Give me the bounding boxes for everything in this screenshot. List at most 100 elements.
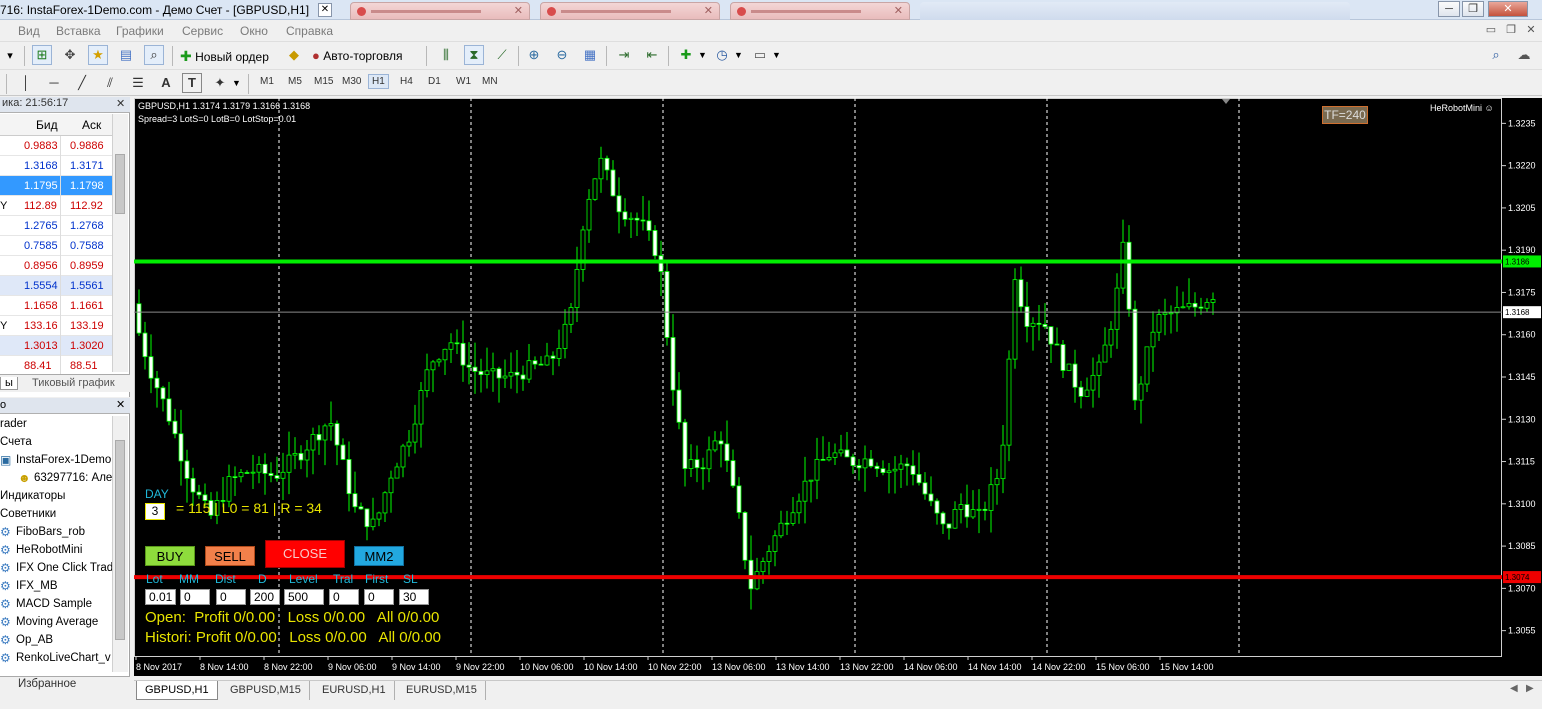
terminal-icon[interactable]: ▤ (116, 45, 136, 65)
tab-favorites[interactable]: Избранное (18, 678, 76, 690)
child-close-icon[interactable]: ✕ (1524, 23, 1538, 37)
child-minimize-icon[interactable]: ▭ (1484, 23, 1498, 37)
menu-charts[interactable]: Графики (116, 24, 164, 38)
periods-icon[interactable]: ◷ (712, 45, 732, 65)
tf-m5[interactable]: M5 (288, 76, 302, 87)
market-watch-row[interactable]: 1.1795 1.1798 (0, 176, 112, 196)
bar-chart-icon[interactable]: ⫼ (436, 45, 456, 65)
menu-help[interactable]: Справка (286, 24, 333, 38)
equidistant-channel-icon[interactable]: ⫽ (100, 73, 120, 93)
strategy-tester-icon[interactable]: ⌕ (144, 45, 164, 65)
crosshair-icon[interactable]: ✥ (60, 45, 80, 65)
new-tab-icon[interactable]: ✕ (318, 3, 332, 17)
chat-icon[interactable]: ☁ (1514, 45, 1534, 65)
search-icon[interactable]: ⌕ (1486, 45, 1506, 65)
text-tool-icon[interactable]: A (156, 73, 176, 93)
indicators-dropdown-icon[interactable]: ▼ (698, 50, 707, 60)
tab-tick-chart[interactable]: Тиковый график (32, 377, 115, 389)
fibonacci-icon[interactable]: ☰ (128, 73, 148, 93)
param-tral-input[interactable]: 0 (329, 589, 359, 605)
navigator-item[interactable]: rader (0, 416, 112, 434)
chart-tab-eurusd-m15[interactable]: EURUSD,M15 (398, 681, 486, 700)
arrows-dropdown-icon[interactable]: ▼ (232, 78, 241, 88)
market-watch-row[interactable]: 1.5554 1.5561 (0, 276, 112, 296)
market-watch-row[interactable]: 88.41 88.51 (0, 356, 112, 376)
param-d-input[interactable]: 200 (250, 589, 280, 605)
autoscroll-icon[interactable]: ⇥ (614, 45, 634, 65)
navigator-item[interactable]: ▣ InstaForex-1Demo.com (0, 452, 112, 470)
horizontal-line-icon[interactable]: ─ (44, 73, 64, 93)
tf-d1[interactable]: D1 (428, 76, 441, 87)
menu-view[interactable]: Вид (18, 24, 40, 38)
navigator-item[interactable]: ⚙ Op_AB (0, 632, 112, 650)
zoom-in-icon[interactable]: ⊕ (524, 45, 544, 65)
menu-tools[interactable]: Сервис (182, 24, 223, 38)
sell-button[interactable]: SELL (205, 546, 255, 566)
navigator-icon[interactable]: ★ (88, 45, 108, 65)
market-watch-close-icon[interactable]: ✕ (116, 97, 125, 110)
navigator-scrollbar[interactable] (112, 416, 128, 672)
text-label-icon[interactable]: T (182, 73, 202, 93)
navigator-item[interactable]: Счета (0, 434, 112, 452)
close-button[interactable]: ✕ (1488, 1, 1528, 17)
navigator-close-icon[interactable]: ✕ (116, 398, 125, 411)
navigator-item[interactable]: ⚙ IFX One Click Trad (0, 560, 112, 578)
ea-day-value[interactable]: 3 (145, 503, 165, 520)
navigator-item[interactable]: Советники (0, 506, 112, 524)
menu-window[interactable]: Окно (240, 24, 268, 38)
tf-mn[interactable]: MN (482, 76, 498, 87)
tf-m1[interactable]: M1 (260, 76, 274, 87)
market-watch-row[interactable]: 0.7585 0.7588 (0, 236, 112, 256)
tab-symbols[interactable]: ы (0, 377, 18, 390)
param-lot-input[interactable]: 0.01 (145, 589, 176, 605)
arrows-icon[interactable]: ✦ (210, 73, 230, 93)
navigator-item[interactable]: ⚙ RenkoLiveChart_v (0, 650, 112, 668)
market-watch-row[interactable]: 1.3013 1.3020 (0, 336, 112, 356)
param-first-input[interactable]: 0 (364, 589, 394, 605)
templates-icon[interactable]: ▭ (750, 45, 770, 65)
navigator-item[interactable]: ⚙ HeRobotMini (0, 542, 112, 560)
navigator-item[interactable]: ⚙ IFX_MB (0, 578, 112, 596)
market-watch-row[interactable]: 1.2765 1.2768 (0, 216, 112, 236)
market-watch-row[interactable]: Y 112.89 112.92 (0, 196, 112, 216)
tf-h4[interactable]: H4 (400, 76, 413, 87)
scroll-thumb[interactable] (115, 440, 125, 640)
col-ask[interactable]: Аск (82, 118, 101, 132)
templates-dropdown-icon[interactable]: ▼ (772, 50, 781, 60)
market-watch-row[interactable]: 0.9883 0.9886 (0, 136, 112, 156)
close-all-button[interactable]: CLOSE (265, 540, 345, 568)
mm2-button[interactable]: MM2 (354, 546, 404, 566)
navigator-item[interactable]: ⚙ Moving Average (0, 614, 112, 632)
child-restore-icon[interactable]: ❐ (1504, 23, 1518, 37)
zoom-out-icon[interactable]: ⊖ (552, 45, 572, 65)
minimize-button[interactable]: ─ (1438, 1, 1460, 17)
candlestick-chart-icon[interactable]: ⧗ (464, 45, 484, 65)
chart-shift-icon[interactable]: ⇤ (642, 45, 662, 65)
profiles-icon[interactable]: ▾ (0, 46, 20, 66)
param-sl-input[interactable]: 30 (399, 589, 429, 605)
chart-window[interactable]: 1.3235 1.3220 1.3205 1.3190 1.3175 1.3160 1.31… (134, 98, 1542, 676)
param-dist-input[interactable]: 0 (216, 589, 246, 605)
market-watch-icon[interactable]: ⊞ (32, 45, 52, 65)
tf-h1[interactable]: H1 (368, 74, 389, 89)
line-chart-icon[interactable]: ⟋ (492, 45, 512, 65)
market-watch-scrollbar[interactable] (112, 114, 128, 372)
periods-dropdown-icon[interactable]: ▼ (734, 50, 743, 60)
chart-tab-eurusd-h1[interactable]: EURUSD,H1 (314, 681, 395, 700)
param-level-input[interactable]: 500 (284, 589, 324, 605)
navigator-item[interactable]: ⚙ MACD Sample (0, 596, 112, 614)
market-watch-row[interactable]: 1.3168 1.3171 (0, 156, 112, 176)
restore-button[interactable]: ❐ (1462, 1, 1484, 17)
chart-tab-gbpusd-m15[interactable]: GBPUSD,M15 (222, 681, 310, 700)
tf-w1[interactable]: W1 (456, 76, 471, 87)
menu-insert[interactable]: Вставка (56, 24, 101, 38)
tabs-scroll-left-icon[interactable]: ◀ (1510, 683, 1518, 694)
tabs-scroll-right-icon[interactable]: ▶ (1526, 683, 1534, 694)
tf-m30[interactable]: M30 (342, 76, 361, 87)
param-mm-input[interactable]: 0 (180, 589, 210, 605)
navigator-item[interactable]: Индикаторы (0, 488, 112, 506)
market-watch-row[interactable]: Y 133.16 133.19 (0, 316, 112, 336)
col-bid[interactable]: Бид (36, 118, 58, 132)
metaeditor-icon[interactable]: ◆ (284, 45, 304, 65)
market-watch-row[interactable]: 1.1658 1.1661 (0, 296, 112, 316)
